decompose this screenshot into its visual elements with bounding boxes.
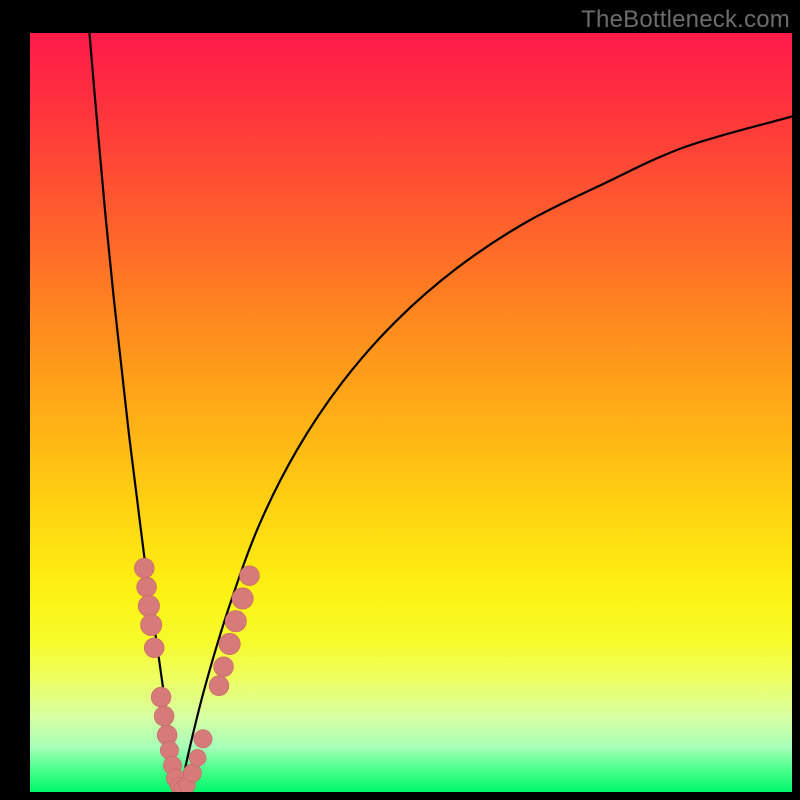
chart-svg bbox=[30, 33, 792, 792]
curve-right-branch bbox=[180, 116, 792, 792]
data-marker bbox=[194, 730, 212, 748]
plot-area bbox=[30, 33, 792, 792]
data-marker bbox=[214, 657, 234, 677]
chart-frame: TheBottleneck.com bbox=[0, 0, 800, 800]
data-marker bbox=[189, 749, 206, 766]
data-marker bbox=[137, 577, 157, 597]
data-marker bbox=[144, 638, 164, 658]
data-marker bbox=[138, 595, 159, 616]
data-marker bbox=[183, 764, 201, 782]
data-marker bbox=[232, 588, 253, 609]
data-marker bbox=[209, 676, 229, 696]
data-markers-group bbox=[134, 558, 259, 792]
data-marker bbox=[225, 611, 246, 632]
data-marker bbox=[151, 687, 171, 707]
data-marker bbox=[140, 614, 161, 635]
data-marker bbox=[240, 566, 260, 586]
curve-left-branch bbox=[89, 33, 180, 792]
data-marker bbox=[134, 558, 154, 578]
data-marker bbox=[154, 706, 174, 726]
data-marker bbox=[219, 633, 240, 654]
watermark-text: TheBottleneck.com bbox=[581, 6, 790, 34]
